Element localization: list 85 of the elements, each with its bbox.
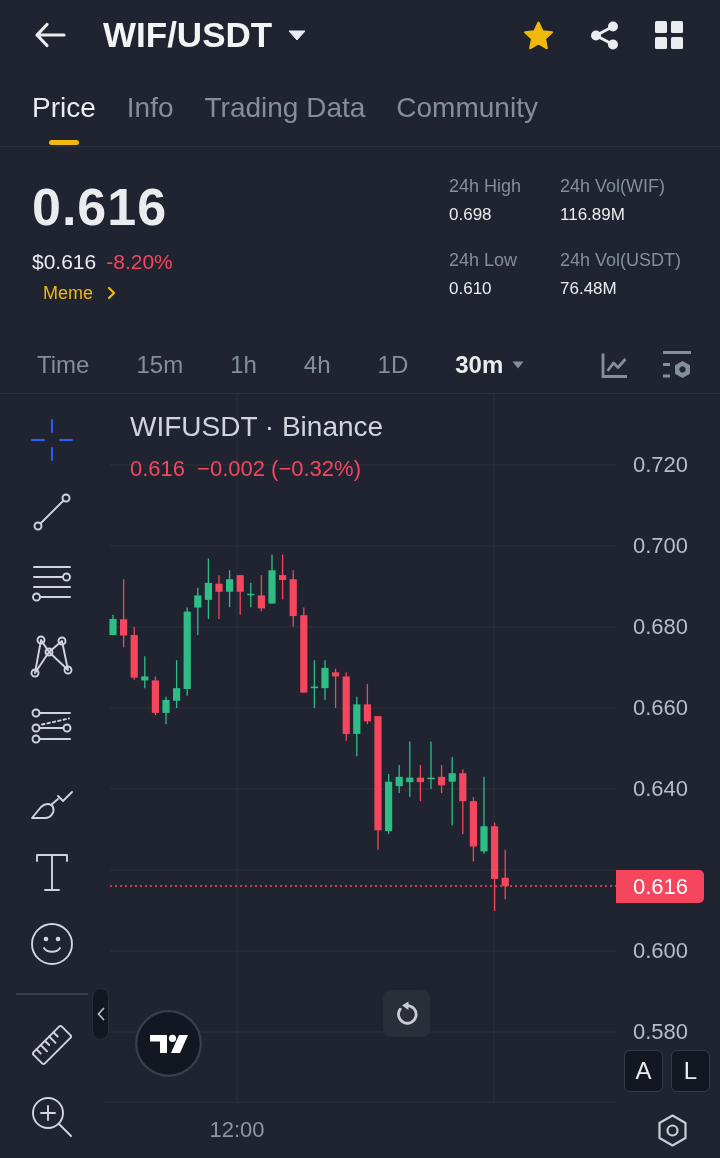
category-link[interactable]: Meme [43,281,116,305]
candlestick [332,668,340,709]
candlestick [342,671,350,742]
share-icon[interactable] [590,20,619,50]
candlestick [268,553,276,605]
stat-label: 24h Vol(WIF) [560,175,667,198]
stat-label: 24h High [449,175,523,198]
axis-label: 0.640 [633,775,689,803]
stat-value: 0.610 [449,278,493,300]
axis-label: 0.600 [633,937,689,965]
candlestick [215,574,223,620]
caret-icon [288,29,307,41]
candlestick [151,675,159,716]
candlestick [395,764,403,794]
axis-label: 0.660 [633,694,689,722]
candlestick [501,849,509,900]
candlestick [310,659,318,709]
stat-label: 24h Low [449,249,519,272]
settings-icon[interactable] [655,1113,690,1148]
candlestick [353,696,361,757]
interval-tab[interactable]: 4h [303,349,331,380]
stat-value: 116.89M [560,204,626,226]
candlestick [438,764,446,794]
price-change: -8.20% [106,249,173,275]
interval-tab[interactable]: 15m [136,349,184,380]
current-price-label: 0.616 [616,870,704,903]
candlestick [173,659,181,709]
interval-tab[interactable]: Time [37,349,90,380]
tab[interactable]: Community [396,70,538,146]
candlestick [448,756,456,827]
scale-button[interactable]: A [624,1050,663,1092]
candlestick [469,796,477,863]
quote-change: −0.002 (−0.32%) [197,455,361,483]
candlestick [204,557,212,620]
candlestick [162,696,170,725]
grid-icon[interactable] [655,21,683,49]
candlestick [141,655,149,689]
chart-indicator-icon[interactable] [601,351,629,378]
reset-button[interactable] [383,990,430,1037]
axis-label: 0.680 [633,613,689,641]
tab[interactable]: Trading Data [204,70,366,146]
candlestick [416,764,424,802]
interval-tab[interactable]: 30m [455,349,525,380]
stat-value: 0.698 [449,204,493,226]
quote-price: 0.616 [130,455,186,483]
candlestick [226,569,234,608]
interval-tab[interactable]: 1D [377,349,409,380]
interval-tab[interactable]: 1h [230,349,257,380]
candlestick [120,578,128,648]
axis-label: 12:00 [208,1116,266,1144]
settings-icon[interactable] [662,349,693,380]
last-price: 0.616 [32,177,169,238]
candlestick [385,773,393,835]
candlestick [279,553,287,601]
pair-selector[interactable]: WIF/USDT [103,14,307,56]
stat-label: 24h Vol(USDT) [560,249,683,272]
candlestick [194,587,202,636]
candlestick [321,659,329,701]
candlestick [459,768,467,835]
crosshair-icon[interactable] [28,416,76,464]
chevron-icon [96,1007,105,1021]
back-icon[interactable] [34,22,66,48]
collapse-button[interactable] [92,988,109,1040]
tab[interactable]: Info [126,70,174,146]
axis-label: 0.720 [633,451,689,479]
candlestick [289,569,297,628]
tab[interactable]: Price [32,70,96,146]
chart-title: WIFUSDT · Binance [130,410,384,444]
chevron-icon [107,286,116,300]
candlestick [363,683,371,725]
star-icon[interactable] [523,20,554,50]
scale-button[interactable]: L [671,1050,710,1092]
axis-label: 0.700 [633,532,689,560]
candlestick [427,740,435,790]
axis-label: 0.580 [633,1018,689,1046]
logo-icon[interactable] [135,1010,202,1077]
emoji-icon[interactable] [28,920,76,968]
stat-value: 76.48M [560,278,618,300]
candlestick [406,740,414,798]
candlestick [247,582,255,608]
candlestick [109,614,117,636]
usd-price: $0.616 [32,249,97,275]
candlestick [257,574,265,612]
candlestick [236,574,244,616]
candlestick [130,626,138,681]
